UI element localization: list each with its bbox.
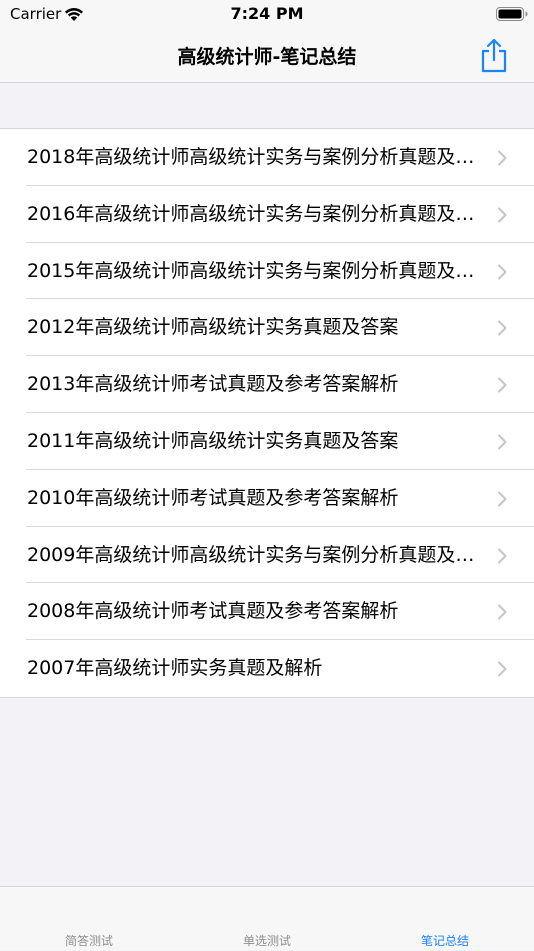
chevron-right-icon [498, 150, 507, 166]
status-bar: Carrier 7:24 PM [0, 0, 534, 28]
tab-bar: 简答测试 单选测试 笔记总结 [0, 886, 534, 950]
list-item[interactable]: 2013年高级统计师考试真题及参考答案解析 [0, 356, 534, 413]
list-item-label: 2012年高级统计师高级统计实务真题及答案 [27, 316, 399, 339]
chevron-right-icon [498, 320, 507, 336]
list-item[interactable]: 2007年高级统计师实务真题及解析 [0, 640, 534, 697]
chevron-right-icon [498, 434, 507, 450]
list-item-label: 2008年高级统计师考试真题及参考答案解析 [27, 600, 399, 623]
chevron-right-icon [498, 661, 507, 677]
list-item[interactable]: 2008年高级统计师考试真题及参考答案解析 [0, 583, 534, 640]
list-item[interactable]: 2011年高级统计师高级统计实务真题及答案 [0, 413, 534, 470]
status-time: 7:24 PM [230, 4, 304, 23]
chevron-right-icon [498, 264, 507, 280]
list-item-label: 2015年高级统计师高级统计实务与案例分析真题及答案 [27, 259, 482, 282]
tab-2[interactable]: 单选测试 [178, 887, 356, 951]
share-icon[interactable] [477, 36, 511, 74]
list-item-label: 2013年高级统计师考试真题及参考答案解析 [27, 373, 399, 396]
list-item-label: 2010年高级统计师考试真题及参考答案解析 [27, 486, 399, 509]
list-item-label: 2007年高级统计师实务真题及解析 [27, 657, 323, 680]
chevron-right-icon [498, 491, 507, 507]
list-item-label: 2018年高级统计师高级统计实务与案例分析真题及答案 [27, 146, 482, 168]
tab-label: 笔记总结 [420, 934, 469, 948]
list-item-label: 2009年高级统计师高级统计实务与案例分析真题及答案 [27, 543, 482, 566]
chevron-right-icon [498, 207, 507, 223]
navigation-bar: 高级统计师-笔记总结 [0, 28, 534, 83]
tab-3[interactable]: 笔记总结 [356, 887, 534, 951]
list-item-label: 2011年高级统计师高级统计实务真题及答案 [27, 429, 399, 452]
chevron-right-icon [498, 377, 507, 393]
list-item[interactable]: 2016年高级统计师高级统计实务与案例分析真题及答案 [0, 186, 534, 243]
tab-label: 单选测试 [242, 934, 291, 948]
list-item[interactable]: 2010年高级统计师考试真题及参考答案解析 [0, 470, 534, 527]
list-item[interactable]: 2012年高级统计师高级统计实务真题及答案 [0, 299, 534, 356]
list-item[interactable]: 2018年高级统计师高级统计实务与案例分析真题及答案 [0, 129, 534, 186]
battery-icon [496, 7, 528, 21]
list-item[interactable]: 2015年高级统计师高级统计实务与案例分析真题及答案 [0, 243, 534, 300]
list-item[interactable]: 2009年高级统计师高级统计实务与案例分析真题及答案 [0, 527, 534, 584]
chevron-right-icon [498, 604, 507, 620]
page-title: 高级统计师-笔记总结 [177, 46, 357, 68]
chevron-right-icon [498, 548, 507, 564]
tab-1[interactable]: 简答测试 [0, 887, 178, 951]
notes-list: 2018年高级统计师高级统计实务与案例分析真题及答案 2016年高级统计师高级统计… [0, 128, 534, 698]
list-item-label: 2016年高级统计师高级统计实务与案例分析真题及答案 [27, 202, 482, 225]
tab-label: 简答测试 [64, 934, 113, 948]
